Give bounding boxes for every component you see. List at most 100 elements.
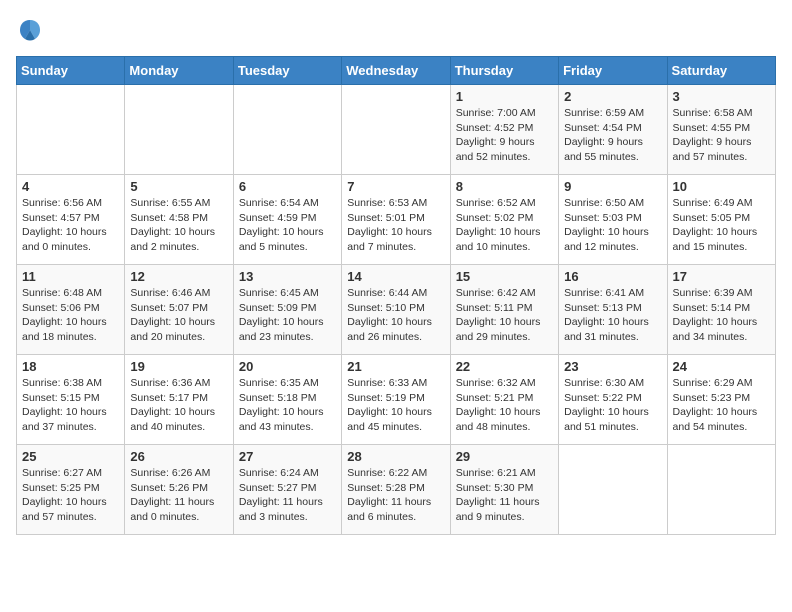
day-info: Sunrise: 6:38 AM Sunset: 5:15 PM Dayligh… — [22, 376, 119, 435]
week-row-5: 25 Sunrise: 6:27 AM Sunset: 5:25 PM Dayli… — [17, 445, 776, 535]
day-number: 1 — [456, 89, 553, 104]
day-number: 2 — [564, 89, 661, 104]
day-number: 7 — [347, 179, 444, 194]
calendar-cell — [559, 445, 667, 535]
calendar-cell: 2 Sunrise: 6:59 AM Sunset: 4:54 PM Daylig… — [559, 85, 667, 175]
calendar-table: SundayMondayTuesdayWednesdayThursdayFrid… — [16, 56, 776, 535]
calendar-cell: 26 Sunrise: 6:26 AM Sunset: 5:26 PM Dayli… — [125, 445, 233, 535]
calendar-cell: 29 Sunrise: 6:21 AM Sunset: 5:30 PM Dayli… — [450, 445, 558, 535]
header-saturday: Saturday — [667, 57, 775, 85]
day-number: 5 — [130, 179, 227, 194]
day-number: 29 — [456, 449, 553, 464]
header-friday: Friday — [559, 57, 667, 85]
day-info: Sunrise: 6:52 AM Sunset: 5:02 PM Dayligh… — [456, 196, 553, 255]
calendar-cell — [667, 445, 775, 535]
day-info: Sunrise: 6:45 AM Sunset: 5:09 PM Dayligh… — [239, 286, 336, 345]
day-info: Sunrise: 6:32 AM Sunset: 5:21 PM Dayligh… — [456, 376, 553, 435]
calendar-cell: 12Sunrise: 6:46 AM Sunset: 5:07 PM Dayli… — [125, 265, 233, 355]
day-info: Sunrise: 6:26 AM Sunset: 5:26 PM Dayligh… — [130, 466, 227, 525]
header-sunday: Sunday — [17, 57, 125, 85]
day-info: Sunrise: 6:54 AM Sunset: 4:59 PM Dayligh… — [239, 196, 336, 255]
day-number: 25 — [22, 449, 119, 464]
calendar-cell: 8 Sunrise: 6:52 AM Sunset: 5:02 PM Daylig… — [450, 175, 558, 265]
calendar-cell: 4 Sunrise: 6:56 AM Sunset: 4:57 PM Daylig… — [17, 175, 125, 265]
calendar-cell: 21 Sunrise: 6:33 AM Sunset: 5:19 PM Dayli… — [342, 355, 450, 445]
calendar-cell: 25 Sunrise: 6:27 AM Sunset: 5:25 PM Dayli… — [17, 445, 125, 535]
day-number: 14 — [347, 269, 444, 284]
day-info: Sunrise: 6:30 AM Sunset: 5:22 PM Dayligh… — [564, 376, 661, 435]
day-number: 26 — [130, 449, 227, 464]
day-info: Sunrise: 6:42 AM Sunset: 5:11 PM Dayligh… — [456, 286, 553, 345]
day-info: Sunrise: 6:35 AM Sunset: 5:18 PM Dayligh… — [239, 376, 336, 435]
day-info: Sunrise: 6:21 AM Sunset: 5:30 PM Dayligh… — [456, 466, 553, 525]
day-info: Sunrise: 6:53 AM Sunset: 5:01 PM Dayligh… — [347, 196, 444, 255]
day-number: 9 — [564, 179, 661, 194]
week-row-3: 11Sunrise: 6:48 AM Sunset: 5:06 PM Dayli… — [17, 265, 776, 355]
calendar-cell: 23 Sunrise: 6:30 AM Sunset: 5:22 PM Dayli… — [559, 355, 667, 445]
calendar-cell: 24Sunrise: 6:29 AM Sunset: 5:23 PM Dayli… — [667, 355, 775, 445]
calendar-cell: 16Sunrise: 6:41 AM Sunset: 5:13 PM Dayli… — [559, 265, 667, 355]
day-info: Sunrise: 6:39 AM Sunset: 5:14 PM Dayligh… — [673, 286, 770, 345]
calendar-cell: 18 Sunrise: 6:38 AM Sunset: 5:15 PM Dayli… — [17, 355, 125, 445]
calendar-cell: 11Sunrise: 6:48 AM Sunset: 5:06 PM Dayli… — [17, 265, 125, 355]
day-number: 20 — [239, 359, 336, 374]
day-number: 28 — [347, 449, 444, 464]
logo — [16, 16, 48, 44]
day-info: Sunrise: 6:59 AM Sunset: 4:54 PM Dayligh… — [564, 106, 661, 165]
day-info: Sunrise: 6:56 AM Sunset: 4:57 PM Dayligh… — [22, 196, 119, 255]
day-number: 17 — [673, 269, 770, 284]
logo-icon — [16, 16, 44, 44]
day-number: 18 — [22, 359, 119, 374]
calendar-header-row: SundayMondayTuesdayWednesdayThursdayFrid… — [17, 57, 776, 85]
day-info: Sunrise: 6:50 AM Sunset: 5:03 PM Dayligh… — [564, 196, 661, 255]
day-number: 10 — [673, 179, 770, 194]
calendar-cell: 5 Sunrise: 6:55 AM Sunset: 4:58 PM Daylig… — [125, 175, 233, 265]
calendar-cell: 19 Sunrise: 6:36 AM Sunset: 5:17 PM Dayli… — [125, 355, 233, 445]
day-info: Sunrise: 6:33 AM Sunset: 5:19 PM Dayligh… — [347, 376, 444, 435]
day-info: Sunrise: 6:46 AM Sunset: 5:07 PM Dayligh… — [130, 286, 227, 345]
day-number: 13 — [239, 269, 336, 284]
day-number: 27 — [239, 449, 336, 464]
day-info: Sunrise: 6:49 AM Sunset: 5:05 PM Dayligh… — [673, 196, 770, 255]
day-info: Sunrise: 6:48 AM Sunset: 5:06 PM Dayligh… — [22, 286, 119, 345]
calendar-cell: 20 Sunrise: 6:35 AM Sunset: 5:18 PM Dayli… — [233, 355, 341, 445]
day-info: Sunrise: 6:58 AM Sunset: 4:55 PM Dayligh… — [673, 106, 770, 165]
day-number: 21 — [347, 359, 444, 374]
header-thursday: Thursday — [450, 57, 558, 85]
calendar-cell: 6 Sunrise: 6:54 AM Sunset: 4:59 PM Daylig… — [233, 175, 341, 265]
day-info: Sunrise: 6:36 AM Sunset: 5:17 PM Dayligh… — [130, 376, 227, 435]
calendar-cell: 22Sunrise: 6:32 AM Sunset: 5:21 PM Dayli… — [450, 355, 558, 445]
calendar-cell: 28Sunrise: 6:22 AM Sunset: 5:28 PM Dayli… — [342, 445, 450, 535]
day-number: 8 — [456, 179, 553, 194]
header-wednesday: Wednesday — [342, 57, 450, 85]
calendar-cell — [125, 85, 233, 175]
day-info: Sunrise: 6:27 AM Sunset: 5:25 PM Dayligh… — [22, 466, 119, 525]
calendar-cell: 7 Sunrise: 6:53 AM Sunset: 5:01 PM Daylig… — [342, 175, 450, 265]
day-info: Sunrise: 6:44 AM Sunset: 5:10 PM Dayligh… — [347, 286, 444, 345]
week-row-2: 4 Sunrise: 6:56 AM Sunset: 4:57 PM Daylig… — [17, 175, 776, 265]
calendar-cell: 15 Sunrise: 6:42 AM Sunset: 5:11 PM Dayli… — [450, 265, 558, 355]
day-number: 4 — [22, 179, 119, 194]
day-number: 16 — [564, 269, 661, 284]
calendar-cell: 10 Sunrise: 6:49 AM Sunset: 5:05 PM Dayli… — [667, 175, 775, 265]
calendar-cell: 13 Sunrise: 6:45 AM Sunset: 5:09 PM Dayli… — [233, 265, 341, 355]
day-number: 3 — [673, 89, 770, 104]
day-number: 6 — [239, 179, 336, 194]
day-number: 19 — [130, 359, 227, 374]
day-number: 24 — [673, 359, 770, 374]
day-info: Sunrise: 6:55 AM Sunset: 4:58 PM Dayligh… — [130, 196, 227, 255]
day-info: Sunrise: 7:00 AM Sunset: 4:52 PM Dayligh… — [456, 106, 553, 165]
day-number: 23 — [564, 359, 661, 374]
calendar-cell — [233, 85, 341, 175]
header-tuesday: Tuesday — [233, 57, 341, 85]
calendar-cell: 1 Sunrise: 7:00 AM Sunset: 4:52 PM Daylig… — [450, 85, 558, 175]
calendar-cell: 27Sunrise: 6:24 AM Sunset: 5:27 PM Dayli… — [233, 445, 341, 535]
calendar-cell — [17, 85, 125, 175]
calendar-cell: 17 Sunrise: 6:39 AM Sunset: 5:14 PM Dayli… — [667, 265, 775, 355]
header-monday: Monday — [125, 57, 233, 85]
calendar-cell: 9 Sunrise: 6:50 AM Sunset: 5:03 PM Daylig… — [559, 175, 667, 265]
day-number: 15 — [456, 269, 553, 284]
calendar-cell: 3 Sunrise: 6:58 AM Sunset: 4:55 PM Daylig… — [667, 85, 775, 175]
calendar-cell: 14 Sunrise: 6:44 AM Sunset: 5:10 PM Dayli… — [342, 265, 450, 355]
calendar-cell — [342, 85, 450, 175]
